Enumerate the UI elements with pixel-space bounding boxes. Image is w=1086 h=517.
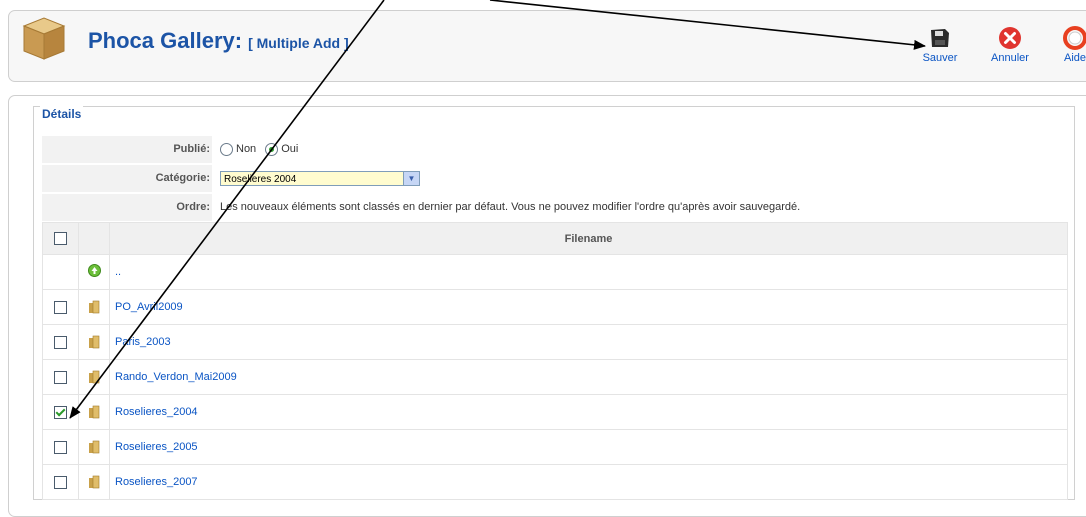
row-icon-cell bbox=[78, 394, 110, 430]
help-label: Aide bbox=[1063, 52, 1086, 64]
table-row: Rando_Verdon_Mai2009 bbox=[42, 359, 1068, 395]
up-link[interactable]: .. bbox=[109, 254, 1068, 290]
folder-icon bbox=[89, 300, 100, 314]
row-icon-cell bbox=[78, 429, 110, 465]
cancel-button[interactable]: Annuler bbox=[985, 26, 1035, 64]
order-label: Ordre: bbox=[42, 194, 212, 221]
table-row: Roselieres_2007 bbox=[42, 464, 1068, 500]
order-text: Les nouveaux éléments sont classés en de… bbox=[220, 201, 801, 213]
folder-link[interactable]: Roselieres_2007 bbox=[109, 464, 1068, 500]
row-checkbox[interactable] bbox=[54, 405, 67, 419]
cancel-icon bbox=[999, 27, 1021, 49]
folder-icon bbox=[89, 370, 100, 384]
order-row: Ordre: Les nouveaux éléments sont classé… bbox=[42, 193, 1072, 222]
folder-icon bbox=[89, 405, 100, 419]
table-row-up: .. bbox=[42, 254, 1068, 290]
row-icon-cell bbox=[78, 289, 110, 325]
row-checkbox-cell bbox=[42, 464, 79, 500]
published-yes-label: Oui bbox=[281, 143, 299, 155]
folder-link[interactable]: Roselieres_2004 bbox=[109, 394, 1068, 430]
folder-link[interactable]: Roselieres_2005 bbox=[109, 429, 1068, 465]
empty-cell bbox=[42, 254, 79, 290]
category-value: Roselieres 2004 ▼ bbox=[220, 164, 420, 193]
published-yes-radio[interactable] bbox=[265, 142, 279, 156]
table-row: PO_Avril2009 bbox=[42, 289, 1068, 325]
chevron-down-icon[interactable]: ▼ bbox=[403, 171, 419, 185]
folder-icon bbox=[89, 440, 100, 454]
category-selected: Roselieres 2004 bbox=[224, 173, 297, 185]
row-checkbox-cell bbox=[42, 359, 79, 395]
published-no-label: Non bbox=[236, 143, 257, 155]
page-title-sub: [ Multiple Add ] bbox=[248, 35, 349, 51]
icon-header-cell bbox=[78, 222, 110, 255]
row-icon-cell bbox=[78, 324, 110, 360]
row-icon-cell bbox=[78, 464, 110, 500]
table-header-row: Filename bbox=[42, 222, 1068, 255]
category-select[interactable]: Roselieres 2004 ▼ bbox=[220, 170, 420, 186]
table-row: Roselieres_2005 bbox=[42, 429, 1068, 465]
package-icon bbox=[22, 17, 66, 60]
row-checkbox-cell bbox=[42, 324, 79, 360]
published-label: Publié: bbox=[42, 136, 212, 163]
select-all-checkbox[interactable] bbox=[54, 232, 67, 245]
folder-link[interactable]: Paris_2003 bbox=[109, 324, 1068, 360]
help-icon bbox=[1063, 26, 1086, 50]
save-label: Sauver bbox=[922, 52, 958, 64]
row-checkbox-cell bbox=[42, 289, 79, 325]
up-icon-cell bbox=[78, 254, 110, 290]
category-row: Catégorie: Roselieres 2004 ▼ bbox=[42, 164, 1072, 193]
table-row: Paris_2003 bbox=[42, 324, 1068, 360]
folder-icon bbox=[89, 475, 100, 489]
published-no-radio[interactable] bbox=[220, 142, 233, 156]
folder-icon bbox=[89, 335, 100, 349]
row-icon-cell bbox=[78, 359, 110, 395]
row-checkbox-cell bbox=[42, 394, 79, 430]
table-row: Roselieres_2004 bbox=[42, 394, 1068, 430]
category-label: Catégorie: bbox=[42, 165, 212, 192]
row-checkbox[interactable] bbox=[54, 300, 67, 314]
folder-link[interactable]: Rando_Verdon_Mai2009 bbox=[109, 359, 1068, 395]
published-value: Non Oui bbox=[220, 135, 298, 164]
row-checkbox[interactable] bbox=[54, 440, 67, 454]
folder-up-icon[interactable] bbox=[87, 264, 101, 277]
row-checkbox[interactable] bbox=[54, 475, 67, 489]
save-button[interactable]: Sauver bbox=[915, 26, 965, 64]
cancel-label: Annuler bbox=[991, 52, 1029, 64]
published-row: Publié: Non Oui bbox=[42, 135, 1072, 164]
row-checkbox[interactable] bbox=[54, 370, 67, 384]
page-title-main: Phoca Gallery: bbox=[88, 28, 243, 53]
folder-link[interactable]: PO_Avril2009 bbox=[109, 289, 1068, 325]
row-checkbox-cell bbox=[42, 429, 79, 465]
files-table: Filename .. PO_Avril2009 Paris_2003 Rand… bbox=[42, 222, 1068, 500]
filename-header: Filename bbox=[109, 222, 1068, 255]
details-legend: Détails bbox=[40, 106, 84, 122]
save-icon bbox=[931, 29, 949, 47]
row-checkbox[interactable] bbox=[54, 335, 67, 349]
select-all-cell bbox=[42, 222, 79, 255]
help-button[interactable]: Aide bbox=[1050, 26, 1086, 64]
page-title: Phoca Gallery: [ Multiple Add ] bbox=[88, 28, 349, 54]
